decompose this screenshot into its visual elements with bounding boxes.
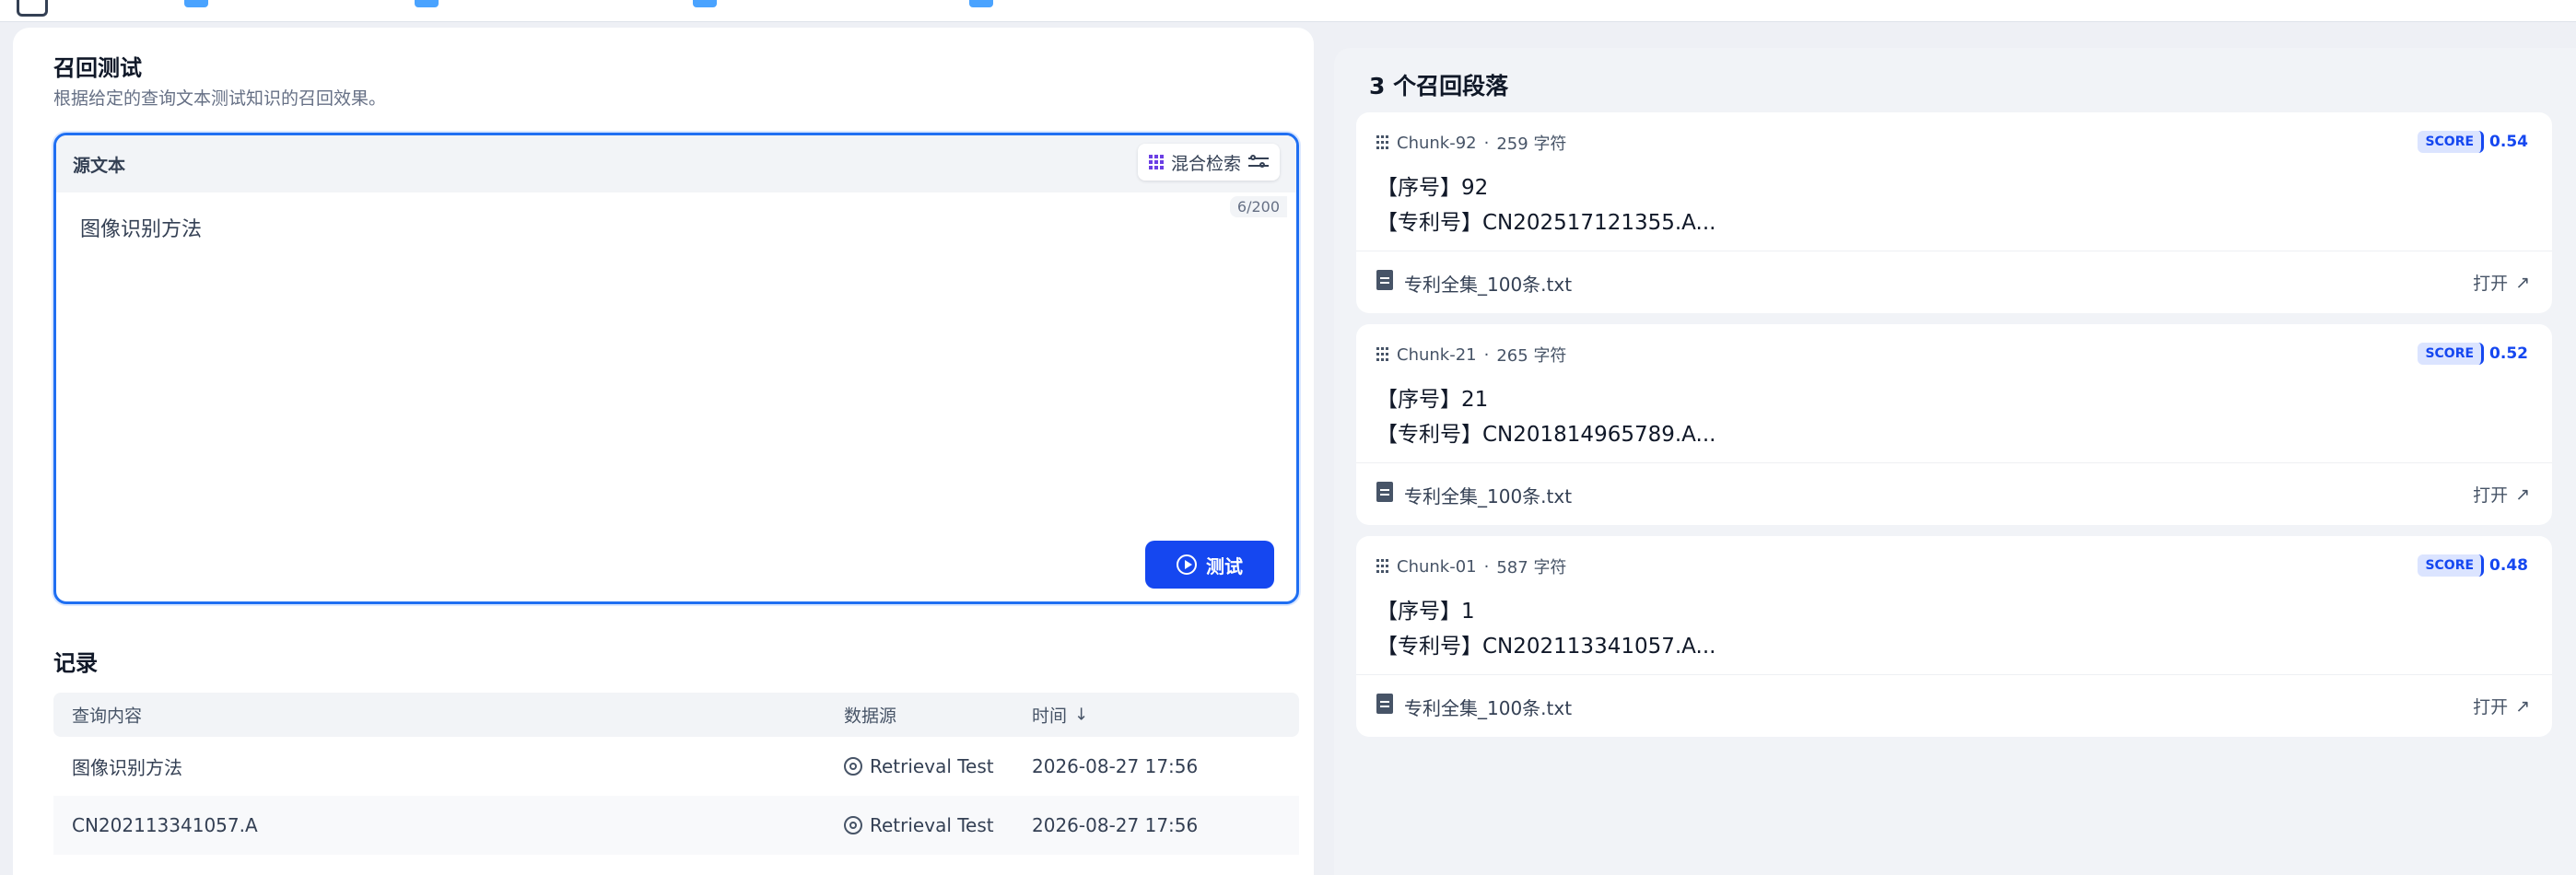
chunk-meta: Chunk-92 · 259 字符 bbox=[1376, 131, 1566, 155]
row-time: 2026-08-27 17:56 bbox=[1032, 755, 1199, 777]
external-link-icon: ↗ bbox=[2515, 272, 2530, 293]
row-query: 图像识别方法 bbox=[72, 756, 182, 779]
chunk-meta: Chunk-01 · 587 字符 bbox=[1376, 554, 1566, 578]
row-source: Retrieval Test bbox=[844, 814, 994, 836]
chunk-chars: 587 字符 bbox=[1496, 558, 1567, 578]
grid-icon bbox=[1148, 155, 1164, 169]
chunk-line-2: 【专利号】CN202113341057.A... bbox=[1376, 635, 1716, 659]
chunk-line-2: 【专利号】CN202517121355.A... bbox=[1376, 211, 1716, 235]
chunk-id: Chunk-01 bbox=[1397, 556, 1477, 577]
score-value: 0.54 bbox=[2489, 133, 2528, 151]
char-counter: 6/200 bbox=[1229, 196, 1287, 217]
separator-dot: · bbox=[1483, 133, 1490, 153]
file-name: 专利全集_100条.txt bbox=[1404, 485, 1573, 508]
open-label: 打开 bbox=[2473, 697, 2509, 718]
chunk-footer: 专利全集_100条.txt 打开 ↗ bbox=[1356, 251, 2552, 313]
test-button-label: 测试 bbox=[1206, 554, 1243, 578]
row-source-label: Retrieval Test bbox=[870, 814, 994, 836]
dots-icon bbox=[1376, 559, 1389, 574]
header-source: 数据源 bbox=[844, 706, 897, 727]
score-value: 0.48 bbox=[2489, 556, 2528, 575]
source-text-editor[interactable]: 源文本 混合检索 6/200 图像识别方法 测试 bbox=[53, 133, 1299, 604]
score-label: SCORE bbox=[2418, 343, 2485, 365]
external-link-icon: ↗ bbox=[2515, 695, 2530, 717]
header-query: 查询内容 bbox=[72, 706, 143, 727]
score-label: SCORE bbox=[2418, 131, 2485, 153]
chunk-line-1: 【序号】21 bbox=[1376, 388, 1489, 412]
chunk-footer: 专利全集_100条.txt 打开 ↗ bbox=[1356, 674, 2552, 737]
external-link-icon: ↗ bbox=[2515, 484, 2530, 505]
chunk-chars: 259 字符 bbox=[1496, 134, 1567, 154]
table-row[interactable]: 图像识别方法 Retrieval Test 2026-08-27 17:56 bbox=[53, 737, 1299, 796]
row-source-label: Retrieval Test bbox=[870, 755, 994, 777]
document-icon bbox=[1376, 270, 1393, 290]
nav-tab[interactable] bbox=[184, 0, 208, 7]
editor-label: 源文本 bbox=[73, 156, 126, 176]
header-time[interactable]: 时间 ↓ bbox=[1032, 703, 1088, 728]
chunk-card[interactable]: Chunk-21 · 265 字符 SCORE 0.52 【序号】21 【专利号… bbox=[1356, 324, 2552, 525]
target-icon bbox=[844, 757, 862, 776]
retrieval-mode-button[interactable]: 混合检索 bbox=[1137, 144, 1280, 181]
retrieval-mode-label: 混合检索 bbox=[1170, 153, 1241, 174]
open-label: 打开 bbox=[2473, 485, 2509, 506]
records-table: 查询内容 数据源 时间 ↓ 图像识别方法 Retrieval Test 2026-… bbox=[53, 693, 1299, 855]
results-panel: 3 个召回段落 Chunk-92 · 259 字符 SCORE 0.54 【序号… bbox=[1334, 48, 2576, 875]
nav-tab[interactable] bbox=[693, 0, 717, 7]
open-link[interactable]: 打开 ↗ bbox=[2473, 694, 2530, 718]
editor-header: 源文本 混合检索 bbox=[56, 135, 1296, 192]
target-icon bbox=[844, 816, 862, 834]
dots-icon bbox=[1376, 347, 1389, 362]
row-query: CN202113341057.A bbox=[72, 814, 258, 836]
records-title: 记录 bbox=[53, 650, 98, 676]
separator-dot: · bbox=[1483, 344, 1490, 365]
chunk-id: Chunk-21 bbox=[1397, 344, 1477, 365]
play-circle-icon bbox=[1177, 554, 1197, 575]
score-label: SCORE bbox=[2418, 554, 2485, 577]
score-badge: SCORE 0.52 bbox=[2418, 343, 2528, 365]
chunk-line-1: 【序号】92 bbox=[1376, 176, 1489, 200]
chunk-chars: 265 字符 bbox=[1496, 346, 1567, 366]
open-link[interactable]: 打开 ↗ bbox=[2473, 270, 2530, 295]
page-subtitle: 根据给定的查询文本测试知识的召回效果。 bbox=[53, 88, 387, 109]
test-button[interactable]: 测试 bbox=[1145, 541, 1274, 589]
document-icon bbox=[1376, 694, 1393, 714]
row-time: 2026-08-27 17:56 bbox=[1032, 814, 1199, 836]
chunk-card[interactable]: Chunk-01 · 587 字符 SCORE 0.48 【序号】1 【专利号】… bbox=[1356, 536, 2552, 737]
file-name: 专利全集_100条.txt bbox=[1404, 274, 1573, 296]
chunk-card[interactable]: Chunk-92 · 259 字符 SCORE 0.54 【序号】92 【专利号… bbox=[1356, 112, 2552, 313]
nav-tab[interactable] bbox=[969, 0, 993, 7]
score-badge: SCORE 0.48 bbox=[2418, 554, 2528, 577]
chunk-line-1: 【序号】1 bbox=[1376, 600, 1475, 624]
table-header: 查询内容 数据源 时间 ↓ bbox=[53, 693, 1299, 737]
top-navigation bbox=[0, 0, 2576, 22]
chunk-meta: Chunk-21 · 265 字符 bbox=[1376, 343, 1566, 367]
nav-tab[interactable] bbox=[415, 0, 439, 7]
sliders-icon bbox=[1248, 154, 1269, 170]
header-time-label: 时间 bbox=[1032, 706, 1068, 727]
file-name: 专利全集_100条.txt bbox=[1404, 697, 1573, 719]
open-link[interactable]: 打开 ↗ bbox=[2473, 482, 2530, 507]
chunk-footer: 专利全集_100条.txt 打开 ↗ bbox=[1356, 462, 2552, 525]
retrieval-test-panel: 召回测试 根据给定的查询文本测试知识的召回效果。 源文本 混合检索 6/200 … bbox=[13, 28, 1314, 875]
results-title: 3 个召回段落 bbox=[1369, 73, 1509, 99]
query-input[interactable]: 图像识别方法 bbox=[80, 213, 202, 242]
open-label: 打开 bbox=[2473, 274, 2509, 294]
chunk-line-2: 【专利号】CN201814965789.A... bbox=[1376, 423, 1716, 447]
arrow-down-icon: ↓ bbox=[1074, 705, 1089, 725]
score-value: 0.52 bbox=[2489, 344, 2528, 363]
chunk-id: Chunk-92 bbox=[1397, 133, 1477, 153]
dots-icon bbox=[1376, 135, 1389, 150]
score-badge: SCORE 0.54 bbox=[2418, 131, 2528, 153]
table-row[interactable]: CN202113341057.A Retrieval Test 2026-08-… bbox=[53, 796, 1299, 855]
document-icon bbox=[1376, 482, 1393, 502]
page-title: 召回测试 bbox=[53, 55, 142, 81]
separator-dot: · bbox=[1483, 556, 1490, 577]
menu-icon[interactable] bbox=[17, 0, 48, 17]
row-source: Retrieval Test bbox=[844, 755, 994, 777]
